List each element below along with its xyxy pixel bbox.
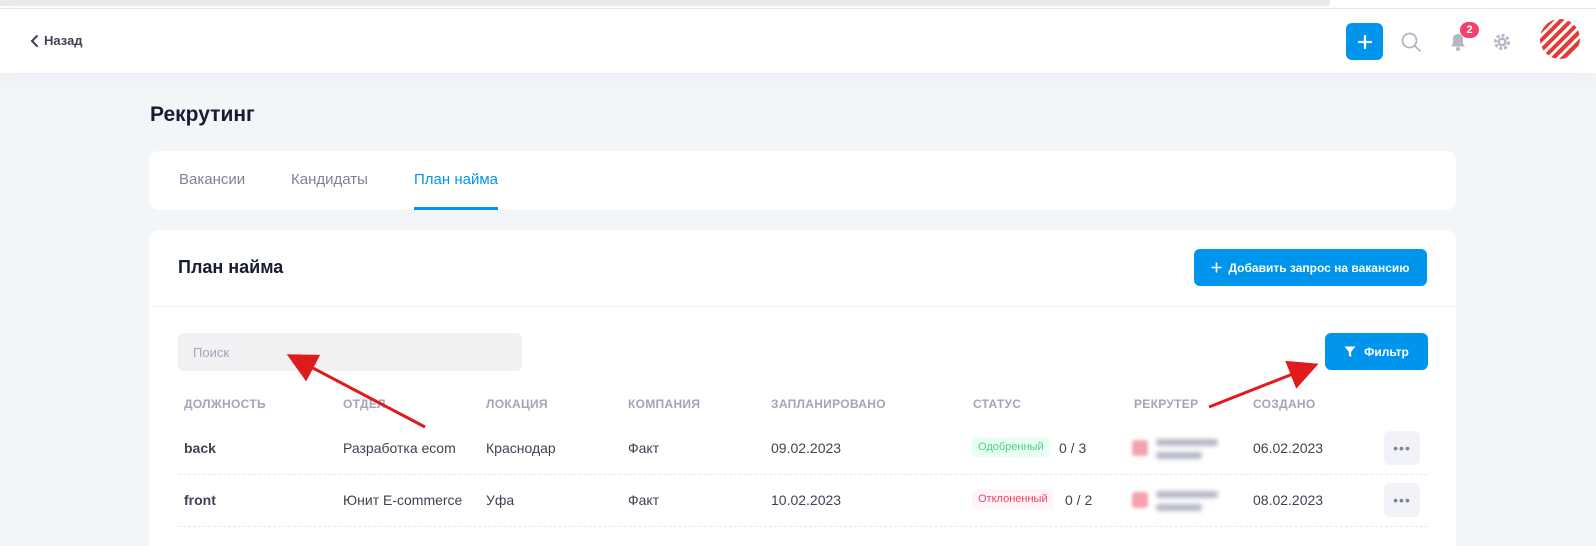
tab-hiring-plan[interactable]: План найма <box>414 171 498 210</box>
row-2-recruiter <box>1132 484 1227 516</box>
recruiter-name-blurred <box>1156 452 1202 459</box>
row-1-recruiter <box>1132 432 1227 464</box>
row-1-location: Краснодар <box>486 440 556 456</box>
gear-icon <box>1494 34 1510 50</box>
row-2-location: Уфа <box>486 492 515 508</box>
hiring-plan-card: План найма Добавить запрос на вакансию Ф… <box>149 230 1456 546</box>
settings-button[interactable] <box>1490 30 1514 54</box>
tab-vacancies[interactable]: Вакансии <box>179 171 245 210</box>
recruiter-avatar <box>1132 492 1148 508</box>
row-1-company: Факт <box>628 440 660 456</box>
card-divider <box>149 306 1456 307</box>
column-header-position[interactable]: ДОЛЖНОСТЬ <box>184 397 266 411</box>
column-header-planned[interactable]: ЗАПЛАНИРОВАНО <box>771 397 886 411</box>
notification-badge: 2 <box>1460 22 1479 38</box>
more-icon: ••• <box>1393 492 1411 508</box>
tab-candidates[interactable]: Кандидаты <box>291 171 368 210</box>
create-button[interactable] <box>1346 23 1383 60</box>
column-header-company[interactable]: КОМПАНИЯ <box>628 397 700 411</box>
back-link-label: Назад <box>44 33 83 48</box>
recruiter-name-blurred <box>1156 491 1218 498</box>
row-2-company: Факт <box>628 492 660 508</box>
row-2-planned: 10.02.2023 <box>771 492 842 508</box>
user-avatar[interactable] <box>1540 19 1580 59</box>
recruiter-avatar <box>1132 440 1148 456</box>
row-divider <box>178 474 1428 475</box>
column-header-department[interactable]: ОТДЕЛ <box>343 397 386 411</box>
column-header-location[interactable]: ЛОКАЦИЯ <box>486 397 548 411</box>
recruiter-name-blurred <box>1156 439 1218 446</box>
row-1-count: 0 / 3 <box>1059 440 1087 456</box>
add-vacancy-request-label: Добавить запрос на вакансию <box>1228 260 1410 275</box>
card-title: План найма <box>178 257 284 277</box>
row-1-planned: 09.02.2023 <box>771 440 842 456</box>
row-1-department: Разработка ecom <box>343 440 456 456</box>
column-header-status[interactable]: СТАТУС <box>973 397 1021 411</box>
row-2-department: Юнит E-commerce <box>343 492 463 508</box>
filter-icon <box>1344 346 1356 357</box>
filter-button-label: Фильтр <box>1364 344 1409 359</box>
search-icon <box>1401 32 1421 52</box>
chevron-left-icon <box>30 34 38 47</box>
plus-icon <box>1211 262 1222 273</box>
row-1-created: 06.02.2023 <box>1253 440 1324 456</box>
row-2-actions-button[interactable]: ••• <box>1384 483 1420 517</box>
row-1-actions-button[interactable]: ••• <box>1384 431 1420 465</box>
plus-icon <box>1357 34 1372 49</box>
add-vacancy-request-button[interactable]: Добавить запрос на вакансию <box>1194 249 1427 286</box>
page-title: Рекрутинг <box>150 103 255 126</box>
browser-scrollbar[interactable] <box>0 0 1330 6</box>
row-2-count: 0 / 2 <box>1065 492 1093 508</box>
row-divider <box>178 526 1428 527</box>
more-icon: ••• <box>1393 440 1411 456</box>
search-button[interactable] <box>1399 30 1423 54</box>
column-header-recruiter[interactable]: РЕКРУТЕР <box>1134 397 1198 411</box>
row-1-position[interactable]: back <box>184 440 216 456</box>
column-header-created[interactable]: СОЗДАНО <box>1253 397 1316 411</box>
browser-strip <box>0 0 1596 9</box>
row-2-created: 08.02.2023 <box>1253 492 1324 508</box>
search-input[interactable] <box>178 333 522 371</box>
filter-button[interactable]: Фильтр <box>1325 333 1428 370</box>
row-1-status-badge: Одобренный <box>972 437 1050 457</box>
row-2-status-badge: Отклоненный <box>972 489 1054 509</box>
row-2-position[interactable]: front <box>184 492 216 508</box>
back-link[interactable]: Назад <box>30 33 83 48</box>
recruiter-name-blurred <box>1156 504 1202 511</box>
tabs-card: Вакансии Кандидаты План найма <box>149 151 1456 210</box>
